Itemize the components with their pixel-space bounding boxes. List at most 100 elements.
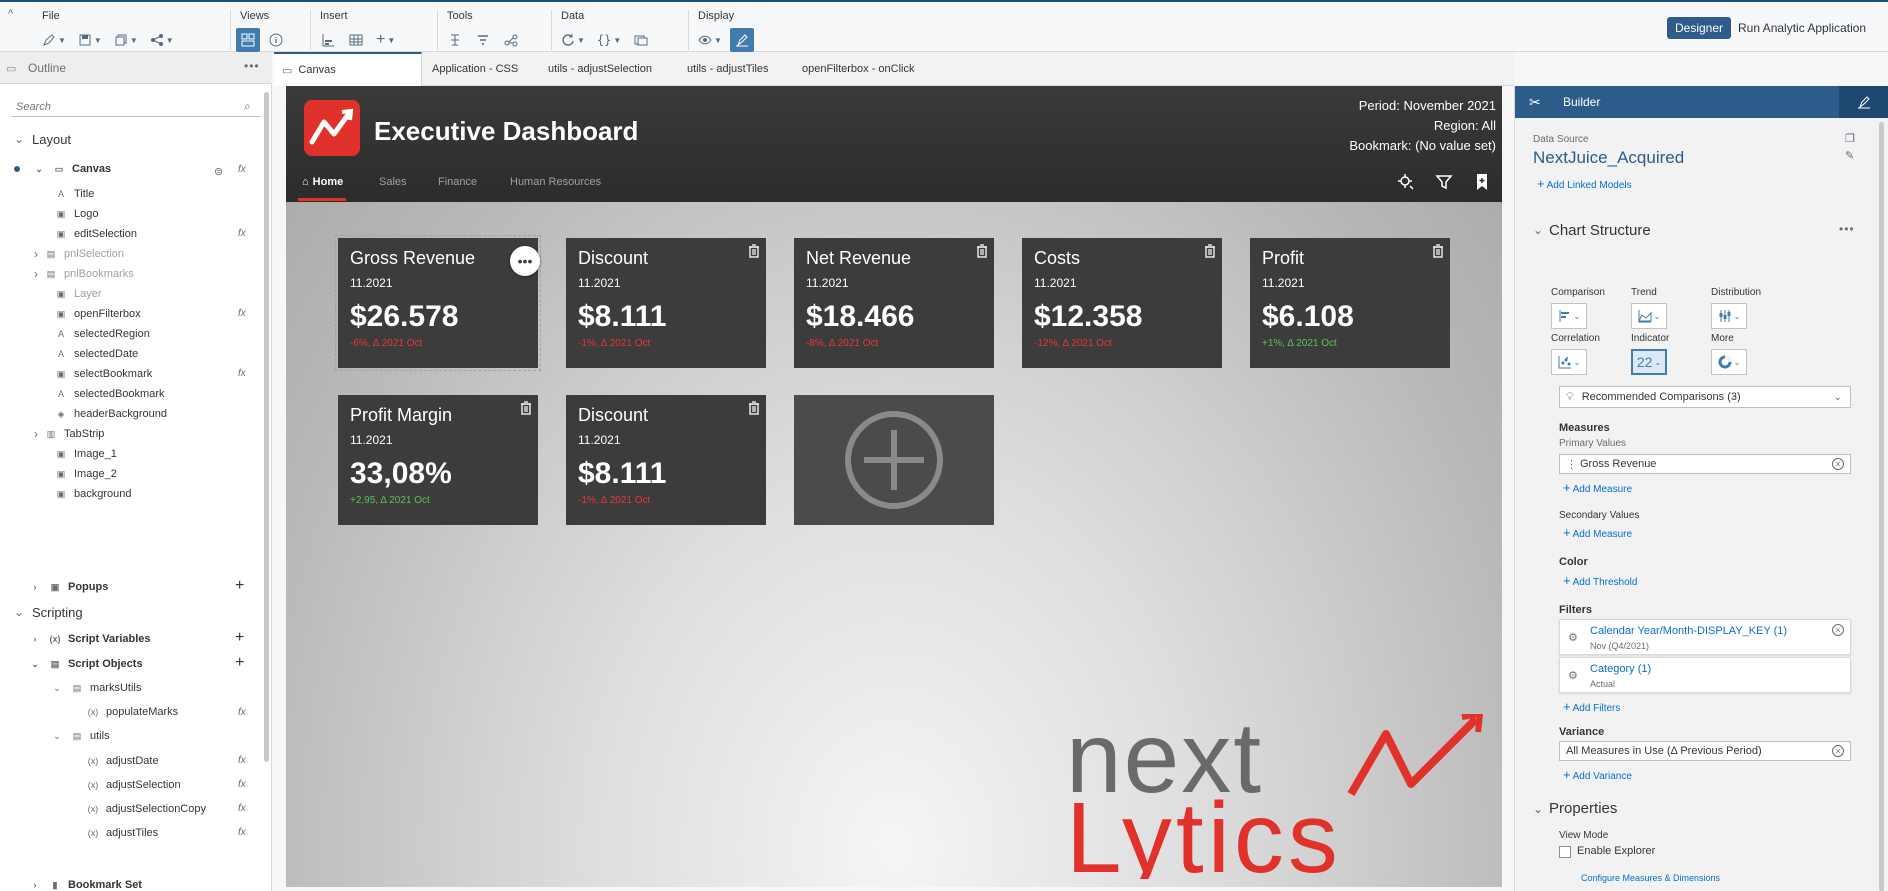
data-source-value[interactable]: NextJuice_Acquired bbox=[1533, 148, 1684, 168]
bookmark-icon[interactable] bbox=[1472, 172, 1492, 192]
outline-item[interactable]: ◈ headerBackground bbox=[54, 403, 167, 425]
add-filters-link[interactable]: + Add Filters bbox=[1563, 699, 1620, 714]
outline-item[interactable]: › ▤ pnlSelection bbox=[34, 243, 124, 265]
chevron-right-icon[interactable]: › bbox=[34, 267, 38, 281]
nav-tab-home[interactable]: ⌂ Home bbox=[302, 176, 343, 188]
chevron-right-icon[interactable]: › bbox=[28, 634, 42, 644]
trash-icon[interactable] bbox=[748, 401, 760, 415]
kpi-tile[interactable]: Net Revenue 11.2021 $18.466 -8%, Δ 2021 Oct bbox=[794, 238, 994, 368]
outline-item[interactable]: ▣ editSelection bbox=[54, 223, 137, 245]
chart-type-button[interactable]: 22 ⌄ bbox=[1631, 349, 1667, 375]
chevron-right-icon[interactable]: › bbox=[34, 247, 38, 261]
designer-button[interactable]: Designer bbox=[1667, 17, 1732, 39]
outline-more-icon[interactable]: ••• bbox=[244, 59, 260, 73]
remove-variance-icon[interactable]: × bbox=[1832, 745, 1844, 757]
share-icon[interactable]: ▼ bbox=[146, 28, 178, 52]
drag-handle-icon[interactable]: ⋮ bbox=[1566, 458, 1577, 471]
outline-section-layout[interactable]: ⌄ Layout bbox=[12, 128, 71, 150]
script-fx-icon[interactable]: fx bbox=[238, 368, 246, 379]
add-tile-button[interactable] bbox=[794, 395, 994, 525]
outline-item[interactable]: ▣ background bbox=[54, 483, 132, 505]
script-braces-icon[interactable]: {} ▼ bbox=[593, 28, 625, 52]
chevron-down-icon[interactable]: ⌄ bbox=[50, 731, 64, 742]
kpi-tile[interactable]: Discount 11.2021 $8.111 -1%, Δ 2021 Oct bbox=[566, 238, 766, 368]
filter-token-calendar[interactable]: ⚙ Calendar Year/Month-DISPLAY_KEY (1) No… bbox=[1559, 619, 1851, 655]
add-script-variable-icon[interactable]: + bbox=[235, 629, 244, 647]
more-options-icon[interactable]: ••• bbox=[1839, 222, 1855, 236]
kpi-tile[interactable]: Discount 11.2021 $8.111 -1%, Δ 2021 Oct bbox=[566, 395, 766, 525]
table-icon[interactable] bbox=[344, 28, 368, 52]
add-linked-models-link[interactable]: + Add Linked Models bbox=[1537, 176, 1632, 191]
nav-tab-finance[interactable]: Finance bbox=[438, 176, 477, 188]
nav-tab-sales[interactable]: Sales bbox=[379, 176, 407, 188]
designer-panel-icon[interactable] bbox=[729, 28, 754, 52]
add-threshold-link[interactable]: + Add Threshold bbox=[1563, 573, 1637, 588]
layer-icon[interactable]: ⊜ bbox=[214, 165, 223, 178]
chart-type-button[interactable]: ⌄ bbox=[1551, 349, 1587, 375]
search-icon[interactable]: ⌕ bbox=[244, 99, 251, 114]
chevron-down-icon[interactable]: ⌄ bbox=[50, 683, 64, 694]
outline-item-popups[interactable]: › ▣ Popups bbox=[28, 576, 109, 598]
chart-type-button[interactable]: ⌄ bbox=[1551, 303, 1587, 329]
chevron-down-icon[interactable]: ⌄ bbox=[32, 164, 46, 175]
tile-menu-icon[interactable]: ••• bbox=[510, 246, 540, 276]
outline-item-script-variables[interactable]: › (x) Script Variables bbox=[28, 628, 151, 650]
kpi-tile[interactable]: Gross Revenue 11.2021 $26.578 -6%, Δ 2021 O… bbox=[335, 235, 541, 371]
flow-icon[interactable] bbox=[499, 28, 523, 52]
trash-icon[interactable] bbox=[976, 244, 988, 258]
trash-icon[interactable] bbox=[748, 244, 760, 258]
edit-data-source-icon[interactable]: ✎ bbox=[1845, 149, 1854, 162]
add-variance-link[interactable]: + Add Variance bbox=[1563, 767, 1632, 782]
edit-icon[interactable]: ▼ bbox=[38, 28, 70, 52]
outline-item[interactable]: A Title bbox=[54, 183, 94, 205]
selection-settings-icon[interactable] bbox=[1396, 172, 1416, 192]
kpi-tile[interactable]: Costs 11.2021 $12.358 -12%, Δ 2021 Oct bbox=[1022, 238, 1222, 368]
filter-token-category[interactable]: ⚙ Category (1) Actual bbox=[1559, 657, 1851, 693]
copy-data-source-icon[interactable]: ❐ bbox=[1845, 132, 1855, 145]
tab-canvas[interactable]: ▭ Canvas bbox=[274, 52, 422, 86]
outline-item[interactable]: ▣ Layer bbox=[54, 283, 102, 305]
outline-section-scripting[interactable]: ⌄ Scripting bbox=[12, 601, 83, 623]
filter-tools-icon[interactable] bbox=[471, 28, 495, 52]
enable-explorer-checkbox[interactable] bbox=[1559, 846, 1571, 858]
outline-item[interactable]: AselectedDate bbox=[54, 343, 138, 365]
outline-item-function[interactable]: (x) adjustSelectionCopy bbox=[86, 798, 206, 820]
add-secondary-measure-link[interactable]: + Add Measure bbox=[1563, 525, 1632, 540]
trash-icon[interactable] bbox=[1204, 244, 1216, 258]
design-canvas[interactable]: Executive Dashboard Period: November 202… bbox=[286, 86, 1502, 887]
outline-item-populatemarks[interactable]: (x) populateMarks bbox=[86, 701, 178, 723]
save-icon[interactable]: ▼ bbox=[74, 28, 106, 52]
add-popup-icon[interactable]: + bbox=[235, 577, 244, 595]
filter-icon[interactable] bbox=[1434, 172, 1454, 192]
outline-item[interactable]: ▣ openFilterbox bbox=[54, 303, 141, 325]
tab-utils-adjusttiles[interactable]: utils - adjustTiles bbox=[679, 52, 777, 86]
kpi-tile[interactable]: Profit 11.2021 $6.108 +1%, Δ 2021 Oct bbox=[1250, 238, 1450, 368]
chart-type-button[interactable]: ⌄ bbox=[1631, 303, 1667, 329]
chevron-down-icon[interactable]: ⌄ bbox=[1533, 802, 1543, 816]
outline-item[interactable]: ▣ selectBookmark bbox=[54, 363, 153, 385]
chart-type-button[interactable]: ⌄ bbox=[1711, 349, 1747, 375]
visibility-icon[interactable]: ▼ bbox=[694, 28, 726, 52]
script-fx-icon[interactable]: fx bbox=[238, 803, 246, 814]
script-fx-icon[interactable]: fx bbox=[238, 755, 246, 766]
collapse-toolbar-icon[interactable]: ^ bbox=[8, 8, 13, 20]
outline-item-bookmark-set[interactable]: › ▮ Bookmark Set bbox=[28, 874, 142, 891]
refresh-icon[interactable]: ▼ bbox=[557, 28, 589, 52]
trash-icon[interactable] bbox=[520, 401, 532, 415]
chevron-down-icon[interactable]: ⌄ bbox=[28, 659, 42, 670]
script-fx-icon[interactable]: fx bbox=[238, 164, 246, 175]
outline-item[interactable]: › ▥ TabStrip bbox=[34, 423, 104, 445]
trash-icon[interactable] bbox=[1432, 244, 1444, 258]
chevron-down-icon[interactable]: ⌄ bbox=[1533, 223, 1543, 237]
outline-item-utils[interactable]: ⌄ ▤ utils bbox=[50, 725, 109, 747]
script-fx-icon[interactable]: fx bbox=[238, 827, 246, 838]
tab-application-css[interactable]: Application - CSS bbox=[424, 52, 526, 86]
outline-item-marksutils[interactable]: ⌄ ▤ marksUtils bbox=[50, 677, 141, 699]
recommended-comparisons-dropdown[interactable]: 💡︎ Recommended Comparisons (3) ⌄ bbox=[1559, 386, 1851, 408]
outline-item[interactable]: AselectedBookmark bbox=[54, 383, 165, 405]
script-fx-icon[interactable]: fx bbox=[238, 707, 246, 718]
script-fx-icon[interactable]: fx bbox=[238, 779, 246, 790]
outline-item[interactable]: ▣ Image_1 bbox=[54, 443, 117, 465]
chart-type-button[interactable]: ⌄ bbox=[1711, 303, 1747, 329]
outline-item[interactable]: › ▤ pnlBookmarks bbox=[34, 263, 134, 285]
